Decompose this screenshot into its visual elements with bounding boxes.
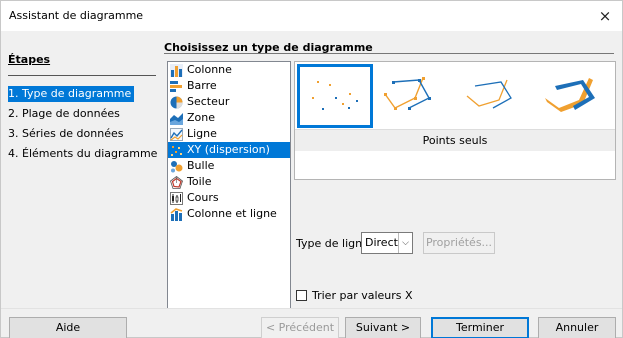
chart-type-column-line[interactable]: Colonne et ligne (168, 206, 290, 222)
chart-type-label: Colonne (187, 63, 232, 76)
chart-type-label: Toile (187, 175, 212, 188)
checkbox-box[interactable] (296, 290, 307, 301)
chevron-down-icon[interactable]: ⌵ (398, 233, 412, 253)
chart-type-label: Cours (187, 191, 219, 204)
chart-type-label: Secteur (187, 95, 230, 108)
step-data-range[interactable]: 2. Plage de données (8, 106, 123, 122)
chart-type-net[interactable]: Toile (168, 174, 290, 190)
properties-button[interactable]: Propriétés... (423, 232, 495, 254)
step-chart-type[interactable]: 1. Type de diagramme (8, 86, 135, 102)
finish-button[interactable]: Terminer (431, 317, 529, 338)
chart-type-pie[interactable]: Secteur (168, 94, 290, 110)
content-divider (164, 53, 614, 54)
variant-points-only[interactable] (297, 64, 373, 128)
chart-type-xy-scatter[interactable]: XY (dispersion) (168, 142, 290, 158)
chart-type-column[interactable]: Colonne (168, 62, 290, 78)
pie-chart-icon (170, 96, 183, 108)
column-line-chart-icon (170, 207, 183, 221)
points-only-thumbnail (312, 81, 358, 110)
net-chart-icon (170, 175, 183, 189)
chart-type-line[interactable]: Ligne (168, 126, 290, 142)
line-type-label: Type de ligne (296, 237, 369, 250)
chart-type-area[interactable]: Zone (168, 110, 290, 126)
chart-type-label: Ligne (187, 127, 217, 140)
steps-divider (8, 75, 156, 76)
chart-type-stock[interactable]: Cours (168, 190, 290, 206)
chart-type-label: Bulle (187, 159, 215, 172)
next-button[interactable]: Suivant > (345, 317, 421, 338)
column-chart-icon (170, 63, 183, 77)
scatter-chart-icon (171, 145, 182, 156)
step-data-series[interactable]: 3. Séries de données (8, 126, 126, 142)
title-bar: Assistant de diagramme × (1, 1, 622, 31)
chart-variant-panel: Points seuls (294, 61, 616, 180)
variant-points-and-lines[interactable] (377, 64, 453, 128)
line-type-select[interactable]: Direct ⌵ (361, 232, 413, 254)
lines-only-thumbnail (466, 79, 512, 109)
cancel-button[interactable]: Annuler (538, 317, 616, 338)
chart-type-label: Colonne et ligne (187, 207, 277, 220)
chart-type-label: Zone (187, 111, 216, 124)
points-and-lines-thumbnail (384, 77, 431, 110)
variant-caption-bar: Points seuls (295, 129, 615, 151)
steps-heading: Étapes (8, 53, 51, 66)
previous-button[interactable]: < Précédent (261, 317, 339, 338)
close-button[interactable]: × (588, 1, 622, 31)
chart-type-label: XY (dispersion) (187, 143, 270, 156)
sort-by-x-checkbox[interactable]: Trier par valeurs X (296, 289, 413, 302)
dialog-title: Assistant de diagramme (9, 9, 144, 22)
chart-type-list[interactable]: Colonne Barre Secteur Zone Ligne XY (dis… (167, 61, 291, 312)
variant-lines-only[interactable] (457, 64, 533, 128)
area-chart-icon (170, 112, 183, 125)
stock-chart-icon (170, 191, 183, 205)
chart-type-label: Barre (187, 79, 217, 92)
variant-caption: Points seuls (422, 134, 488, 147)
help-button[interactable]: Aide (9, 317, 127, 338)
chart-wizard-dialog: Assistant de diagramme × Étapes 1. Type … (0, 0, 623, 338)
variant-3d-lines[interactable] (537, 64, 613, 128)
line-type-value: Direct (365, 236, 398, 249)
sort-by-x-label: Trier par valeurs X (312, 289, 413, 302)
bubble-chart-icon (171, 160, 183, 172)
line-chart-icon (170, 127, 183, 141)
3d-lines-thumbnail (545, 78, 595, 112)
chart-type-bubble[interactable]: Bulle (168, 158, 290, 174)
bar-chart-icon (170, 80, 182, 92)
chart-type-bar[interactable]: Barre (168, 78, 290, 94)
step-chart-elements[interactable]: 4. Éléments du diagramme (8, 146, 160, 162)
